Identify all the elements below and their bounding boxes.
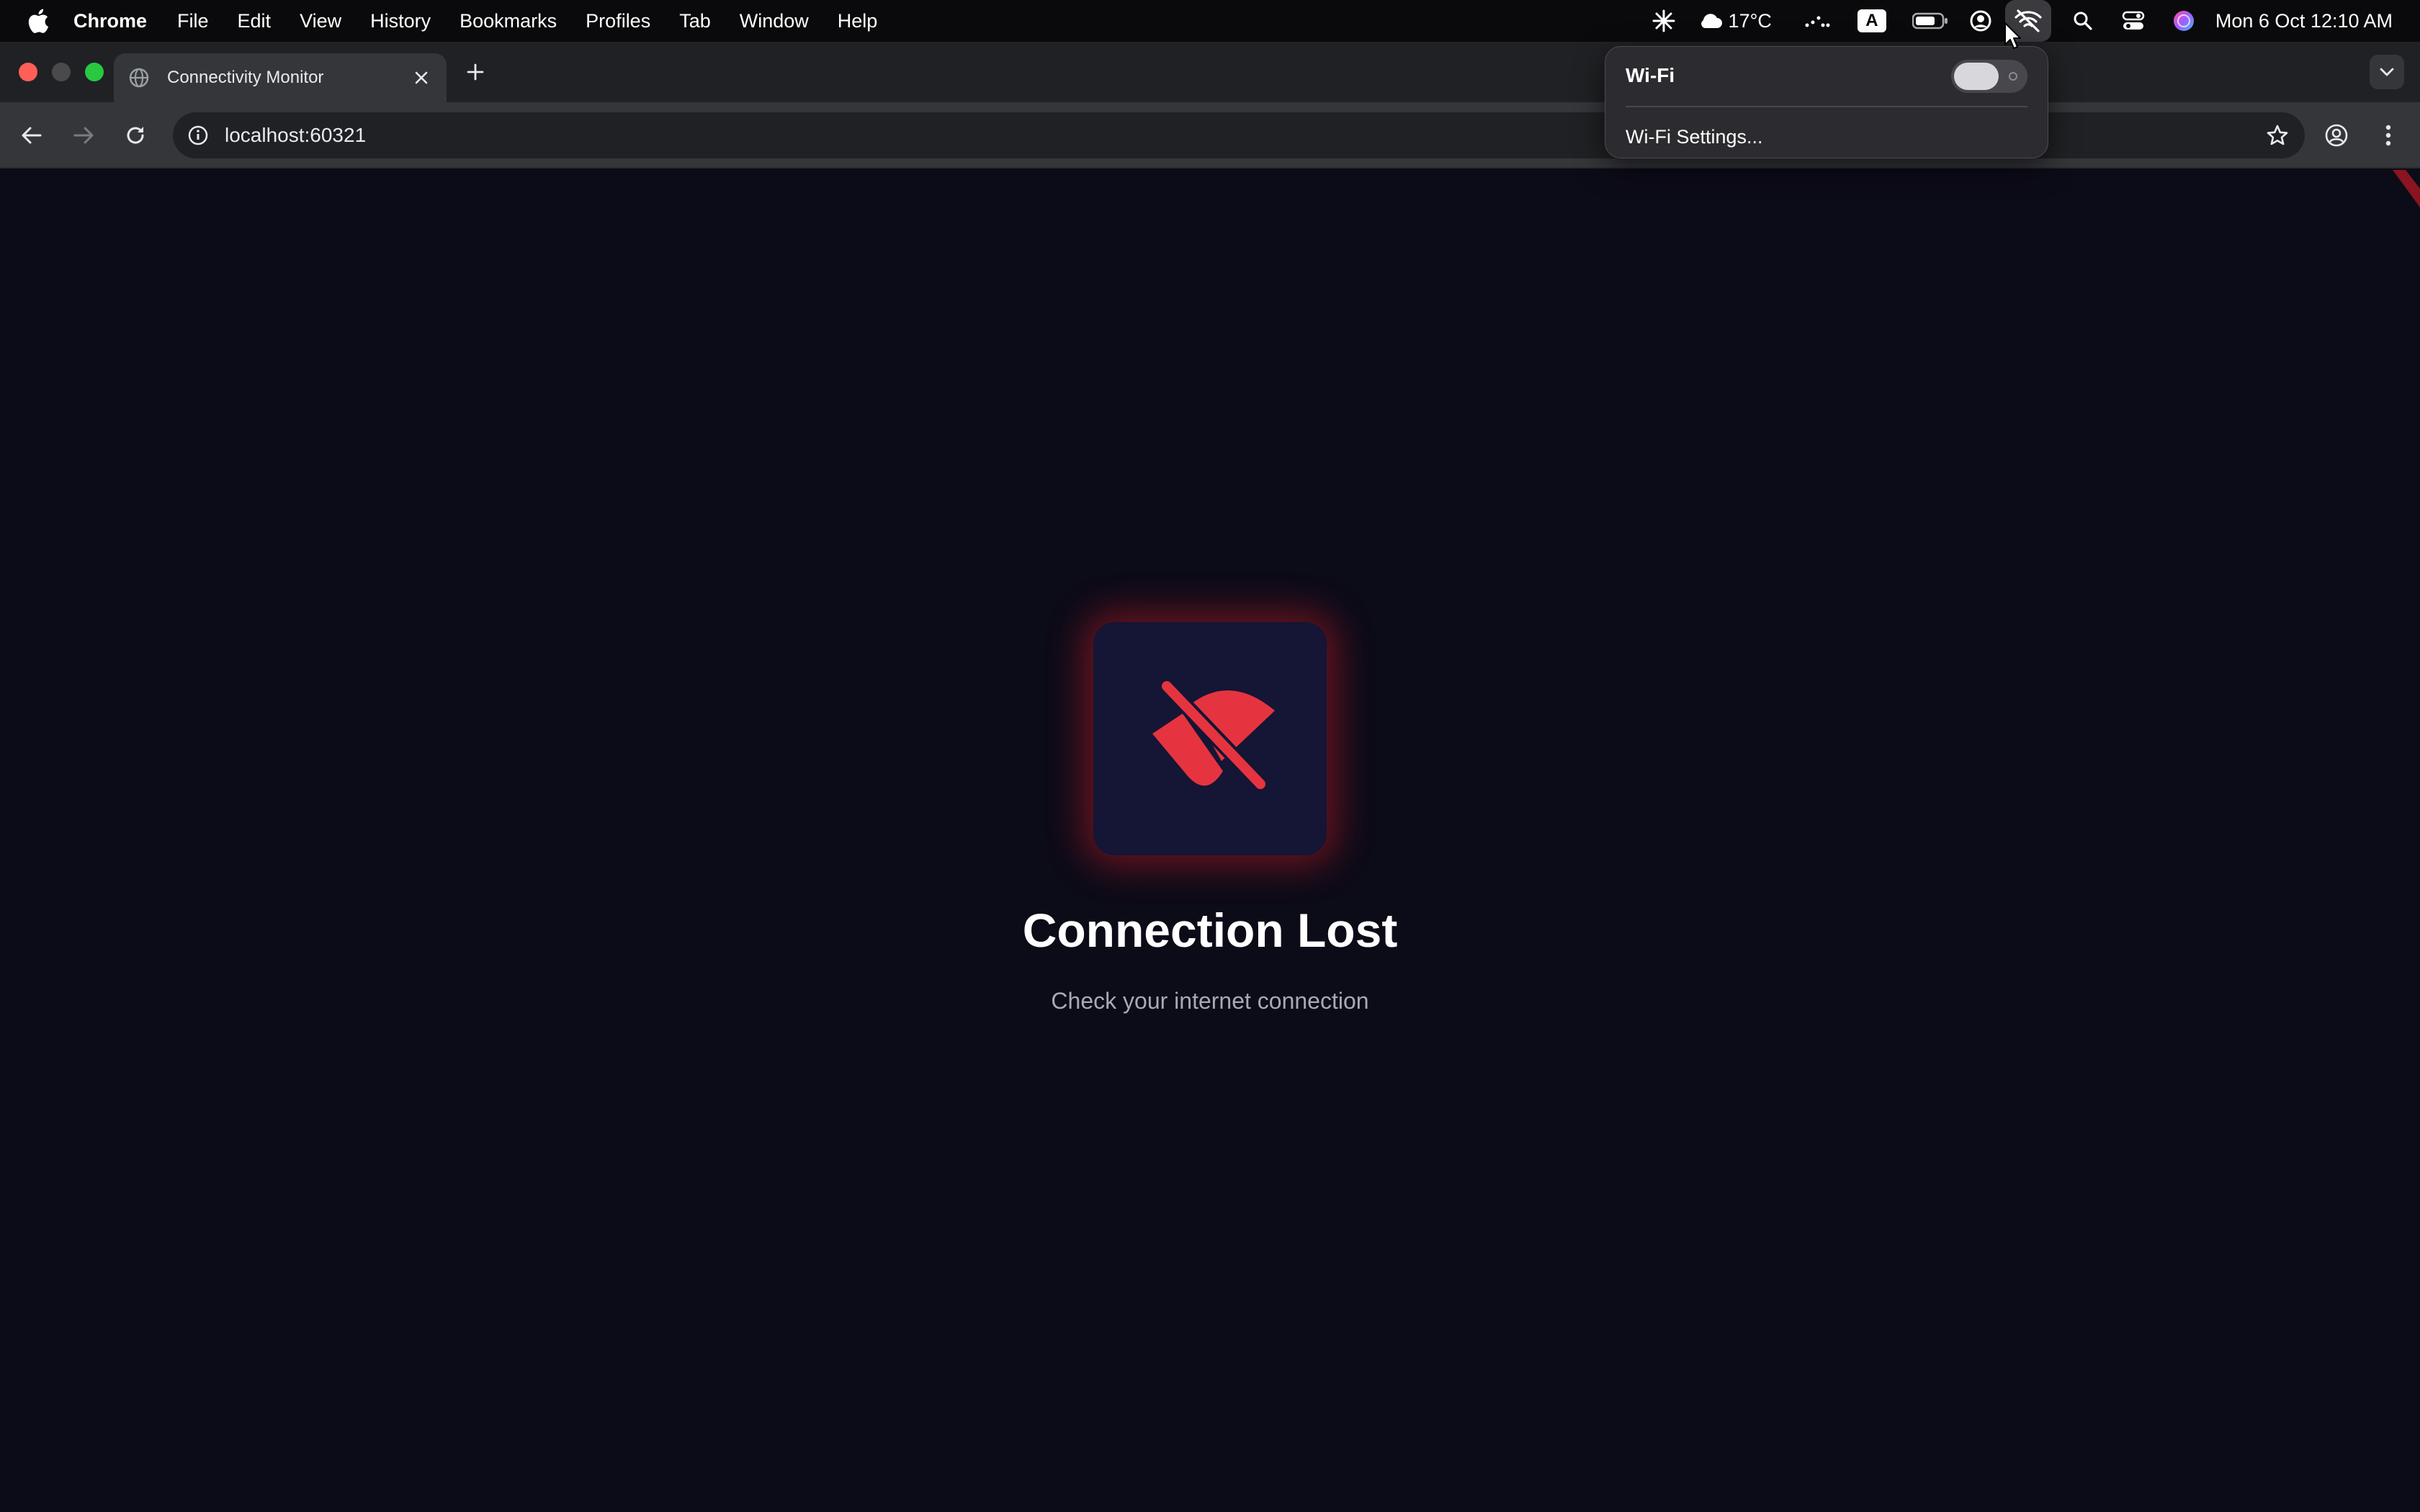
page-content: Connection Lost Check your internet conn… [0, 170, 2420, 1512]
wifi-off-icon [1138, 676, 1282, 802]
menu-tab[interactable]: Tab [679, 10, 711, 32]
menu-history[interactable]: History [370, 10, 431, 32]
more-menu-icon[interactable] [2371, 118, 2406, 153]
menu-window[interactable]: Window [740, 10, 809, 32]
menu-edit[interactable]: Edit [238, 10, 272, 32]
dots-icon[interactable] [1799, 0, 1835, 42]
wifi-toggle[interactable] [1951, 60, 2027, 93]
toggle-off-indicator [2009, 72, 2017, 81]
reload-icon[interactable] [120, 120, 151, 151]
page-title: Connection Lost [1022, 904, 1398, 957]
window-minimize-button[interactable] [52, 63, 71, 81]
siri-icon[interactable] [2168, 0, 2200, 42]
menu-divider [1626, 106, 2027, 107]
site-info-icon[interactable] [187, 125, 209, 146]
tab-title: Connectivity Monitor [167, 68, 324, 87]
battery-icon[interactable] [1910, 0, 1950, 42]
profile-avatar-icon[interactable] [2319, 118, 2354, 153]
weather-temperature: 17°C [1728, 9, 1772, 32]
bookmark-star-icon[interactable] [2266, 124, 2289, 147]
user-account-icon[interactable] [1965, 0, 1996, 42]
menu-file[interactable]: File [177, 10, 209, 32]
spotlight-search-icon[interactable] [2067, 0, 2099, 42]
menubar-clock[interactable]: Mon 6 Oct 12:10 AM [2215, 0, 2393, 42]
menu-bar: Chrome File Edit View History Bookmarks … [0, 0, 2420, 42]
offline-icon-tile [1093, 622, 1327, 855]
globe-icon [128, 67, 150, 89]
window-close-button[interactable] [19, 63, 37, 81]
menu-view[interactable]: View [300, 10, 341, 32]
toggle-knob [1954, 63, 1999, 90]
sparkle-icon[interactable] [1642, 0, 1685, 42]
menu-profiles[interactable]: Profiles [586, 10, 650, 32]
tab-strip: Connectivity Monitor [0, 42, 2420, 102]
browser-toolbar: localhost:60321 [0, 102, 2420, 168]
weather-widget[interactable]: 17°C [1698, 0, 1772, 42]
apple-menu-icon[interactable] [27, 9, 49, 33]
url-text[interactable]: localhost:60321 [225, 124, 366, 147]
menu-app-name[interactable]: Chrome [73, 10, 147, 32]
wifi-dropdown-menu: Wi-Fi Wi-Fi Settings... [1605, 46, 2048, 158]
forward-arrow-icon[interactable] [68, 120, 99, 151]
page-subtitle: Check your internet connection [1051, 988, 1369, 1014]
wifi-settings-menu-item[interactable]: Wi-Fi Settings... [1626, 126, 1763, 148]
tab-close-icon[interactable] [411, 67, 432, 89]
window-zoom-button[interactable] [85, 63, 104, 81]
menu-bookmarks[interactable]: Bookmarks [460, 10, 557, 32]
wifi-menu-title: Wi-Fi [1626, 64, 1675, 86]
new-tab-icon[interactable] [462, 59, 488, 85]
keyboard-input-icon[interactable]: A [1854, 0, 1890, 42]
control-center-icon[interactable] [2118, 0, 2149, 42]
mouse-pointer-icon [2004, 22, 2021, 50]
tab-search-chevron-icon[interactable] [2370, 55, 2404, 89]
corner-ribbon [2384, 170, 2420, 213]
tab-connectivity-monitor[interactable]: Connectivity Monitor [114, 53, 447, 102]
cloud-icon [1700, 14, 1722, 28]
back-arrow-icon[interactable] [16, 120, 48, 151]
menu-help[interactable]: Help [838, 10, 878, 32]
